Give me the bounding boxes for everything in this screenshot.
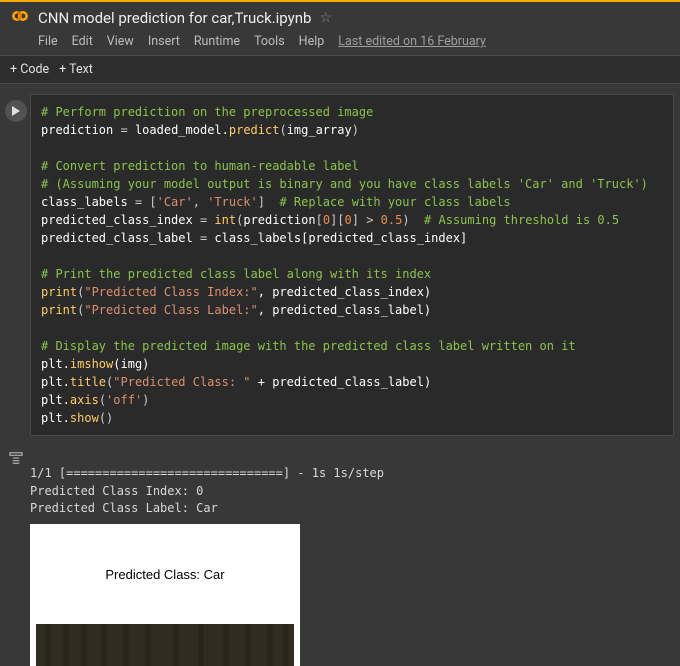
colab-logo-icon xyxy=(10,6,30,30)
output-toggle-icon[interactable] xyxy=(8,450,24,470)
menu-tools[interactable]: Tools xyxy=(254,34,285,49)
cell-output: 1/1 [==============================] - 1… xyxy=(0,440,680,666)
figure-image xyxy=(36,624,294,666)
toolbar: + Code + Text xyxy=(0,55,680,84)
last-edited-link[interactable]: Last edited on 16 February xyxy=(338,34,486,49)
menu-help[interactable]: Help xyxy=(299,34,325,49)
add-text-button[interactable]: + Text xyxy=(59,62,93,77)
figure-title: Predicted Class: Car xyxy=(36,564,294,589)
add-code-button[interactable]: + Code xyxy=(10,62,49,77)
menu-view[interactable]: View xyxy=(107,34,134,49)
notebook-title[interactable]: CNN model prediction for car,Truck.ipynb xyxy=(38,9,311,27)
menu-insert[interactable]: Insert xyxy=(148,34,180,49)
code-editor[interactable]: # Perform prediction on the preprocessed… xyxy=(30,94,674,436)
output-line: 1/1 [==============================] - 1… xyxy=(30,466,384,480)
matplotlib-figure: Predicted Class: Car xyxy=(30,524,300,666)
notebook-content[interactable]: # Perform prediction on the preprocessed… xyxy=(0,84,680,666)
output-line: Predicted Class Label: Car xyxy=(30,501,218,515)
menu-edit[interactable]: Edit xyxy=(72,34,93,49)
menu-file[interactable]: File xyxy=(38,34,58,49)
notebook-header: CNN model prediction for car,Truck.ipynb… xyxy=(0,2,680,30)
code-cell[interactable]: # Perform prediction on the preprocessed… xyxy=(0,90,680,440)
output-line: Predicted Class Index: 0 xyxy=(30,484,203,498)
code-line: # Perform prediction on the preprocessed… xyxy=(41,105,373,119)
play-icon xyxy=(11,106,21,116)
menu-bar: File Edit View Insert Runtime Tools Help… xyxy=(0,30,680,55)
menu-runtime[interactable]: Runtime xyxy=(194,34,240,49)
star-icon[interactable]: ☆ xyxy=(319,10,332,26)
run-cell-button[interactable] xyxy=(5,100,27,122)
